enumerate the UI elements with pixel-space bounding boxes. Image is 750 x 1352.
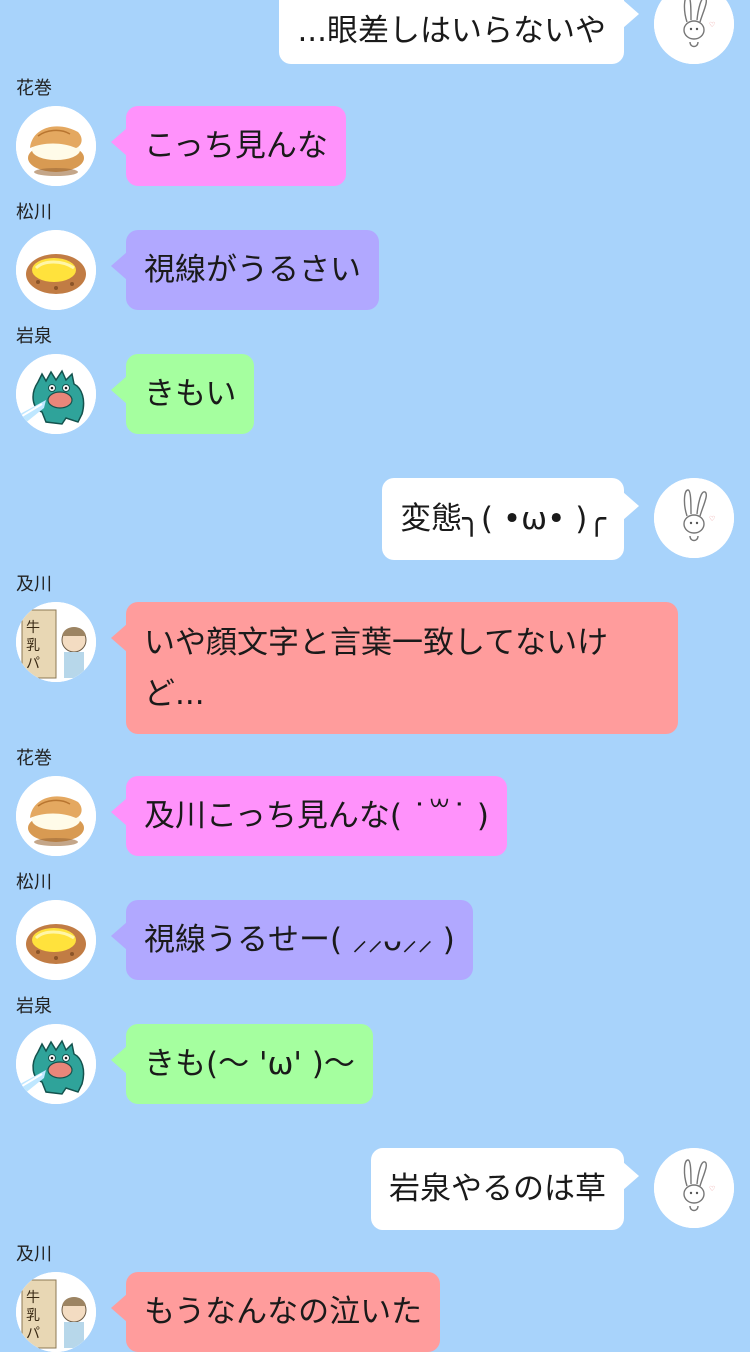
avatar[interactable]: 牛 乳 パ bbox=[16, 602, 96, 682]
avatar[interactable] bbox=[16, 1024, 96, 1104]
avatar[interactable]: 牛 乳 パ bbox=[16, 1272, 96, 1352]
svg-text:パ: パ bbox=[26, 656, 40, 672]
sender-name: 及川 bbox=[16, 574, 52, 595]
svg-text:乳: 乳 bbox=[26, 638, 40, 654]
avatar[interactable] bbox=[16, 106, 96, 186]
chat-thread[interactable]: ...眼差しはいらないや ♡ 花巻 こっち見んな 松川 視線がうるさい 岩泉 き… bbox=[0, 0, 750, 1352]
avatar[interactable] bbox=[16, 776, 96, 856]
svg-text:パ: パ bbox=[26, 1326, 40, 1342]
svg-text:乳: 乳 bbox=[26, 1308, 40, 1324]
milk-bread-icon: 牛 乳 パ bbox=[16, 602, 96, 682]
message-bubble[interactable]: 及川こっち見んな( ˙꒳˙ ) bbox=[111, 776, 507, 856]
sender-name: 岩泉 bbox=[16, 996, 52, 1017]
message-bubble[interactable]: こっち見んな bbox=[111, 106, 346, 186]
sender-name: 花巻 bbox=[16, 78, 52, 99]
sender-name: 岩泉 bbox=[16, 326, 52, 347]
message-bubble[interactable]: ...眼差しはいらないや bbox=[279, 0, 639, 64]
message-bubble[interactable]: いや顔文字と言葉一致してないけど... bbox=[111, 602, 678, 734]
sender-name: 松川 bbox=[16, 202, 52, 223]
croquette-bread-icon bbox=[16, 900, 96, 980]
rabbit-icon: ♡ bbox=[654, 0, 734, 64]
svg-text:牛: 牛 bbox=[26, 1290, 40, 1306]
rabbit-icon: ♡ bbox=[654, 1148, 734, 1228]
message-bubble[interactable]: もうなんなの泣いた bbox=[110, 1272, 441, 1352]
milk-bread-icon: 牛 乳 パ bbox=[16, 1272, 96, 1352]
avatar[interactable] bbox=[16, 354, 96, 434]
cream-puff-icon bbox=[16, 776, 96, 856]
avatar[interactable]: ♡ bbox=[654, 1148, 734, 1228]
svg-text:♡: ♡ bbox=[709, 1185, 715, 1193]
message-bubble[interactable]: 視線がうるさい bbox=[111, 230, 379, 310]
avatar[interactable] bbox=[16, 900, 96, 980]
rabbit-icon: ♡ bbox=[654, 478, 734, 558]
cream-puff-icon bbox=[16, 106, 96, 186]
message-bubble[interactable]: きも(〜 'ω' )〜 bbox=[111, 1024, 373, 1104]
message-bubble[interactable]: 変態╮( •ω• )╭ bbox=[382, 478, 639, 560]
svg-text:♡: ♡ bbox=[709, 515, 715, 523]
sender-name: 松川 bbox=[16, 872, 52, 893]
message-bubble[interactable]: きもい bbox=[110, 354, 255, 434]
croquette-bread-icon bbox=[16, 230, 96, 310]
avatar[interactable]: ♡ bbox=[654, 478, 734, 558]
message-bubble[interactable]: 岩泉やるのは草 bbox=[371, 1148, 639, 1230]
sender-name: 及川 bbox=[16, 1244, 52, 1265]
godzilla-icon bbox=[16, 354, 96, 434]
avatar[interactable] bbox=[16, 230, 96, 310]
svg-text:♡: ♡ bbox=[709, 21, 715, 29]
avatar[interactable]: ♡ bbox=[654, 0, 734, 64]
godzilla-icon bbox=[16, 1024, 96, 1104]
sender-name: 花巻 bbox=[16, 748, 52, 769]
message-bubble[interactable]: 視線うるせー( ⸝⸝ᴗ⸝⸝ ) bbox=[111, 900, 473, 980]
svg-text:牛: 牛 bbox=[26, 620, 40, 636]
